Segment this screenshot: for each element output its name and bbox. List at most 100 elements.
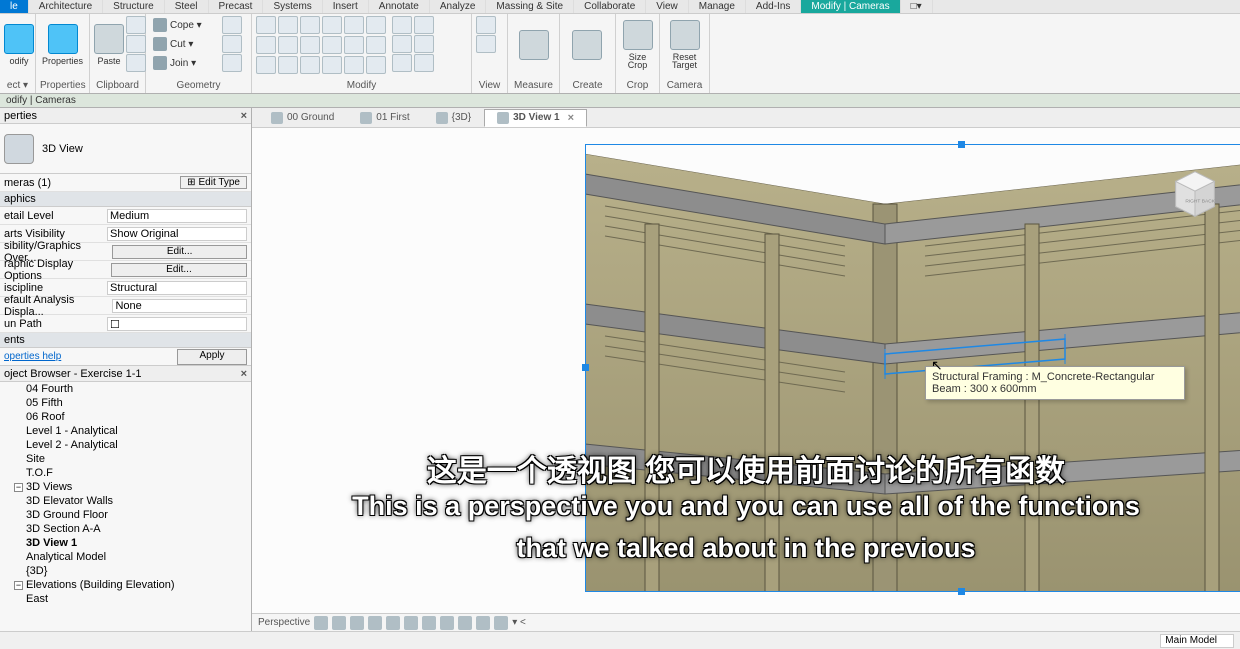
- modify-extra-1[interactable]: [392, 16, 412, 34]
- viewport[interactable]: Structural Framing : M_Concrete-Rectangu…: [252, 128, 1240, 613]
- modify-tool-9[interactable]: [300, 36, 320, 54]
- viewtab-00-ground[interactable]: 00 Ground: [258, 109, 347, 127]
- paste-button[interactable]: Paste: [94, 16, 124, 74]
- clipboard-small-1[interactable]: [126, 16, 146, 34]
- modify-tool-3[interactable]: [300, 16, 320, 34]
- apply-button[interactable]: Apply: [177, 349, 247, 365]
- close-viewtab-button[interactable]: ×: [568, 112, 574, 124]
- node-level2-analytical[interactable]: Level 2 - Analytical: [0, 438, 251, 452]
- vc-crop-icon[interactable]: [422, 616, 436, 630]
- tab-file[interactable]: le: [0, 0, 29, 13]
- node-elevations[interactable]: −Elevations (Building Elevation): [0, 578, 251, 592]
- geom-small-3[interactable]: [222, 54, 242, 72]
- vc-lock-icon[interactable]: [458, 616, 472, 630]
- expander-icon[interactable]: −: [14, 483, 23, 492]
- tab-annotate[interactable]: Annotate: [369, 0, 430, 13]
- node-analytical-model[interactable]: Analytical Model: [0, 550, 251, 564]
- viewcube[interactable]: RIGHT BACK: [1166, 164, 1224, 222]
- cope-button[interactable]: Cope ▾: [150, 16, 220, 34]
- node-3d-section-aa[interactable]: 3D Section A-A: [0, 522, 251, 536]
- clipboard-small-3[interactable]: [126, 54, 146, 72]
- modify-tool-16[interactable]: [322, 56, 342, 74]
- properties-family[interactable]: 3D View: [0, 124, 251, 174]
- vc-expander[interactable]: ▾ <: [512, 617, 526, 628]
- cut-button[interactable]: Cut ▾: [150, 35, 220, 53]
- join-button[interactable]: Join ▾: [150, 54, 220, 72]
- modify-tool-1[interactable]: [256, 16, 276, 34]
- modify-tool-14[interactable]: [278, 56, 298, 74]
- viewtab-3d-view-1[interactable]: 3D View 1×: [484, 109, 587, 127]
- sun-path-checkbox[interactable]: ☐: [107, 317, 247, 331]
- geom-small-2[interactable]: [222, 35, 242, 53]
- expander-icon[interactable]: −: [14, 581, 23, 590]
- tab-structure[interactable]: Structure: [103, 0, 165, 13]
- vc-scale-icon[interactable]: [314, 616, 328, 630]
- measure-button[interactable]: [512, 16, 555, 74]
- modify-extra-3[interactable]: [392, 54, 412, 72]
- node-east[interactable]: East: [0, 592, 251, 606]
- vg-overrides-button[interactable]: Edit...: [112, 245, 247, 259]
- tab-modify-cameras[interactable]: Modify | Cameras: [801, 0, 900, 13]
- tab-view[interactable]: View: [646, 0, 689, 13]
- vc-shadow-icon[interactable]: [386, 616, 400, 630]
- modify-tool-6[interactable]: [366, 16, 386, 34]
- create-button[interactable]: [564, 16, 610, 74]
- tab-manage[interactable]: Manage: [689, 0, 746, 13]
- modify-tool-2[interactable]: [278, 16, 298, 34]
- vc-temp-hide-icon[interactable]: [476, 616, 490, 630]
- node-3d-views[interactable]: −3D Views: [0, 480, 251, 494]
- tab-massing[interactable]: Massing & Site: [486, 0, 574, 13]
- node-tof[interactable]: T.O.F: [0, 466, 251, 480]
- close-browser-button[interactable]: ×: [241, 368, 247, 380]
- node-3d-ground-floor[interactable]: 3D Ground Floor: [0, 508, 251, 522]
- tab-systems[interactable]: Systems: [263, 0, 322, 13]
- view-mode-label[interactable]: Perspective: [258, 617, 310, 628]
- graphic-display-button[interactable]: Edit...: [111, 263, 247, 277]
- parts-visibility-value[interactable]: Show Original: [107, 227, 247, 241]
- view-tool-1[interactable]: [476, 16, 496, 34]
- tab-insert[interactable]: Insert: [323, 0, 369, 13]
- tab-architecture[interactable]: Architecture: [29, 0, 103, 13]
- node-3d[interactable]: {3D}: [0, 564, 251, 578]
- modify-extra-5[interactable]: [414, 35, 434, 53]
- modify-extra-4[interactable]: [414, 16, 434, 34]
- tab-extra[interactable]: □▾: [901, 0, 933, 13]
- crop-handle-left[interactable]: [582, 364, 589, 371]
- modify-tool-18[interactable]: [366, 56, 386, 74]
- modify-tool-8[interactable]: [278, 36, 298, 54]
- viewtab-01-first[interactable]: 01 First: [347, 109, 422, 127]
- node-site[interactable]: Site: [0, 452, 251, 466]
- modify-tool-12[interactable]: [366, 36, 386, 54]
- modify-tool-13[interactable]: [256, 56, 276, 74]
- tab-addins[interactable]: Add-Ins: [746, 0, 801, 13]
- detail-level-value[interactable]: Medium: [107, 209, 247, 223]
- modify-tool-7[interactable]: [256, 36, 276, 54]
- viewtab-3d[interactable]: {3D}: [423, 109, 484, 127]
- tab-steel[interactable]: Steel: [165, 0, 209, 13]
- node-04-fourth[interactable]: 04 Fourth: [0, 382, 251, 396]
- node-3d-view-1[interactable]: 3D View 1: [0, 536, 251, 550]
- modify-tool-button[interactable]: odify: [4, 16, 34, 74]
- close-properties-button[interactable]: ×: [241, 110, 247, 122]
- crop-handle-bottom[interactable]: [958, 588, 965, 595]
- node-3d-elevator-walls[interactable]: 3D Elevator Walls: [0, 494, 251, 508]
- properties-help-link[interactable]: operties help: [4, 351, 61, 362]
- vc-style-icon[interactable]: [350, 616, 364, 630]
- tab-analyze[interactable]: Analyze: [430, 0, 487, 13]
- modify-tool-10[interactable]: [322, 36, 342, 54]
- tab-precast[interactable]: Precast: [209, 0, 264, 13]
- modify-extra-6[interactable]: [414, 54, 434, 72]
- tab-collaborate[interactable]: Collaborate: [574, 0, 646, 13]
- modify-tool-15[interactable]: [300, 56, 320, 74]
- modify-extra-2[interactable]: [392, 35, 412, 53]
- edit-type-button[interactable]: ⊞Edit Type: [180, 176, 247, 189]
- node-06-roof[interactable]: 06 Roof: [0, 410, 251, 424]
- modify-tool-5[interactable]: [344, 16, 364, 34]
- modify-tool-17[interactable]: [344, 56, 364, 74]
- properties-button[interactable]: Properties: [40, 16, 85, 74]
- geom-small-1[interactable]: [222, 16, 242, 34]
- discipline-value[interactable]: Structural: [107, 281, 247, 295]
- crop-handle-top[interactable]: [958, 141, 965, 148]
- status-main-model-dropdown[interactable]: Main Model: [1160, 634, 1234, 648]
- view-tool-2[interactable]: [476, 35, 496, 53]
